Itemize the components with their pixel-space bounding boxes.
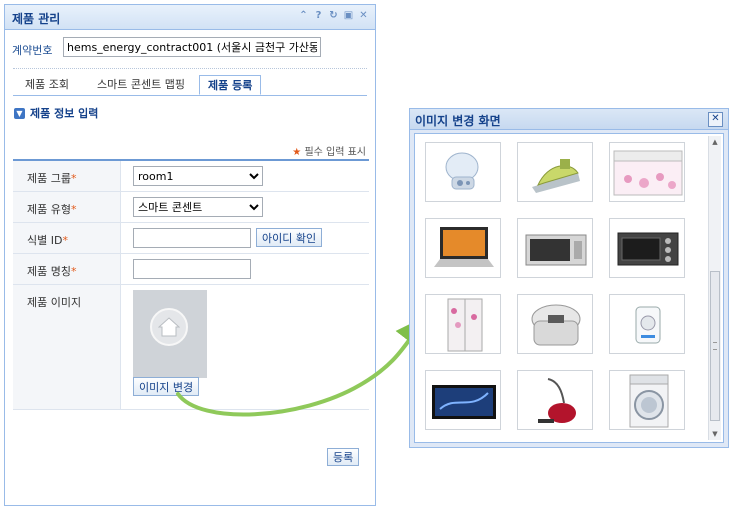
image-option-smart-plug[interactable]	[609, 294, 685, 354]
vacuum-cleaner-icon	[538, 378, 576, 423]
image-grid	[425, 142, 687, 430]
image-change-dialog: 이미지 변경 화면 ✕ ▲ ▼	[409, 108, 729, 448]
microwave-icon	[525, 234, 587, 266]
image-option-toaster-oven[interactable]	[609, 218, 685, 278]
image-option-vacuum-cleaner[interactable]	[517, 370, 593, 430]
humidifier-icon	[445, 152, 479, 190]
image-option-refrigerator[interactable]	[425, 294, 501, 354]
image-gallery: ▲ ▼	[414, 133, 724, 443]
refrigerator-icon	[447, 298, 483, 352]
image-option-steam-iron[interactable]	[517, 142, 593, 202]
dialog-header: 이미지 변경 화면 ✕	[410, 109, 728, 130]
image-option-air-conditioner[interactable]	[609, 142, 685, 202]
image-option-washing-machine[interactable]	[609, 370, 685, 430]
laptop-icon	[434, 227, 494, 267]
scroll-down-icon[interactable]: ▼	[711, 430, 719, 438]
toaster-oven-icon	[617, 232, 679, 266]
image-option-laptop[interactable]	[425, 218, 501, 278]
scroll-up-icon[interactable]: ▲	[711, 138, 719, 146]
smart-plug-icon	[635, 306, 661, 344]
vertical-scrollbar[interactable]: ▲ ▼	[708, 136, 721, 440]
washing-machine-icon	[629, 374, 669, 428]
rice-cooker-icon	[531, 304, 581, 346]
image-option-humidifier[interactable]	[425, 142, 501, 202]
dialog-title: 이미지 변경 화면	[415, 114, 501, 128]
tv-icon	[432, 385, 496, 419]
scrollbar-thumb[interactable]	[710, 271, 720, 421]
image-option-rice-cooker[interactable]	[517, 294, 593, 354]
iron-icon	[532, 159, 580, 193]
image-option-flat-tv[interactable]	[425, 370, 501, 430]
air-conditioner-icon	[613, 150, 683, 196]
image-option-microwave[interactable]	[517, 218, 593, 278]
close-icon[interactable]: ✕	[708, 112, 723, 127]
